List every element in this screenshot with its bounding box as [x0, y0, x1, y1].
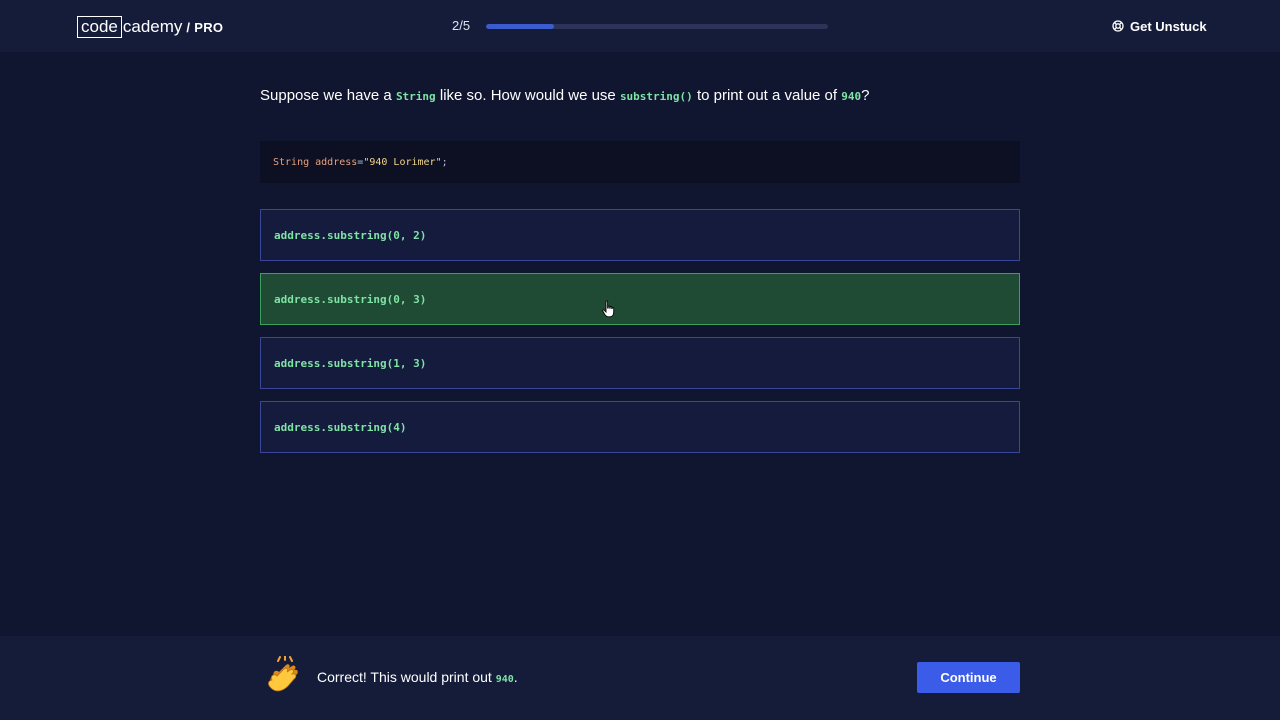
- question-part-3: to print out a value of: [692, 87, 842, 104]
- feedback-end: .: [513, 669, 518, 685]
- progress-label: 2/5: [452, 18, 471, 33]
- question-code-substring: substring(): [619, 90, 693, 103]
- feedback-bar: Correct! This would print out 940. Conti…: [0, 636, 1280, 720]
- logo-code-box: code: [77, 16, 122, 38]
- code-snippet: String address = "940 Lorimer";: [260, 141, 1020, 183]
- question-text: Suppose we have a String like so. How wo…: [260, 86, 1020, 107]
- answer-option-label: address.substring(0, 2): [274, 228, 427, 242]
- get-unstuck-button[interactable]: Get Unstuck: [1112, 18, 1207, 34]
- question-code-940: 940: [841, 90, 862, 103]
- top-bar: code cademy / PRO 2/5 Get Unstuck: [0, 0, 1280, 52]
- answer-option-label: address.substring(1, 3): [274, 356, 427, 370]
- feedback-text: Correct! This would print out: [317, 669, 496, 685]
- clapping-hands-icon: [268, 656, 298, 692]
- answer-option-3[interactable]: address.substring(1, 3): [260, 337, 1020, 389]
- question-code-string: String: [395, 90, 436, 103]
- answer-option-label: address.substring(0, 3): [274, 292, 427, 306]
- lifebuoy-icon: [1112, 20, 1124, 32]
- code-semicolon-token: ;: [441, 156, 448, 168]
- continue-button[interactable]: Continue: [917, 662, 1020, 693]
- hand-cursor-icon: [602, 300, 615, 318]
- answer-option-label: address.substring(4): [274, 420, 407, 434]
- question-part-4: ?: [861, 87, 870, 104]
- codecademy-logo[interactable]: code cademy / PRO: [77, 16, 223, 38]
- code-type-token: String address: [273, 156, 358, 168]
- get-unstuck-label: Get Unstuck: [1130, 18, 1207, 34]
- code-string-token: "940 Lorimer": [363, 156, 442, 168]
- feedback-message: Correct! This would print out 940.: [317, 669, 518, 685]
- progress-bar-fill: [486, 24, 555, 29]
- question-part-1: Suppose we have a: [260, 87, 396, 104]
- answer-option-2-correct[interactable]: address.substring(0, 3): [260, 273, 1020, 325]
- feedback-code: 940: [495, 674, 514, 685]
- answer-option-1[interactable]: address.substring(0, 2): [260, 209, 1020, 261]
- progress-bar: [486, 24, 828, 29]
- logo-pro-badge: / PRO: [186, 19, 224, 35]
- answer-option-4[interactable]: address.substring(4): [260, 401, 1020, 453]
- question-part-2: like so. How would we use: [435, 87, 620, 104]
- logo-cademy-text: cademy: [122, 17, 183, 36]
